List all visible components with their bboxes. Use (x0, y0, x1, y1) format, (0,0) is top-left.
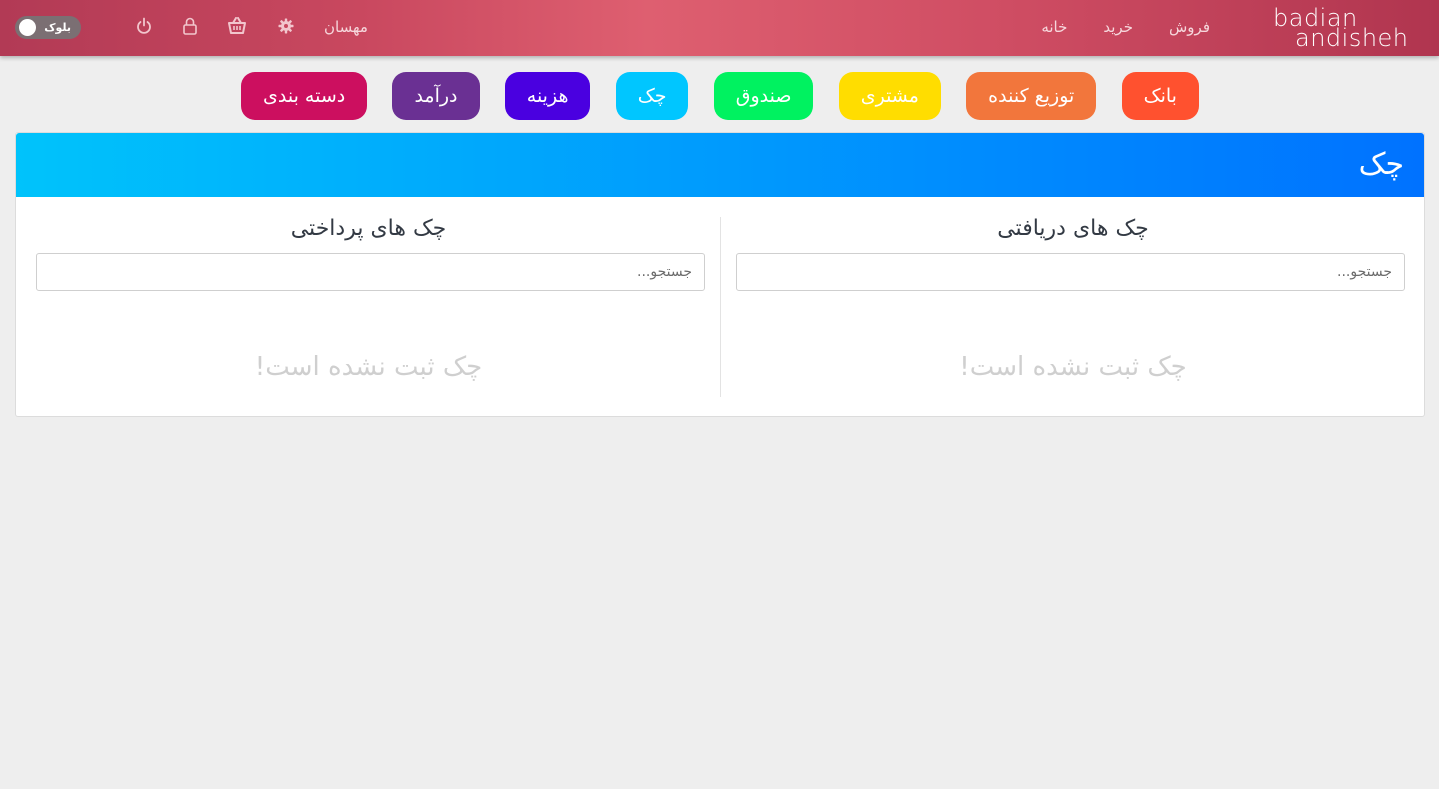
category-button-cheque[interactable]: چک (615, 72, 689, 120)
received-cheques-empty-message: چک ثبت نشده است! (959, 352, 1187, 382)
guest-user-label[interactable]: مهسان (324, 16, 368, 38)
category-button-categories[interactable]: دسته بندی (241, 72, 368, 120)
nav-sales[interactable]: فروش (1169, 16, 1210, 38)
received-cheques-search-input[interactable] (736, 253, 1405, 291)
paid-cheques-title: چک های پرداختی (290, 216, 447, 241)
toggle-label: بلوک (44, 21, 71, 34)
brand-logo[interactable]: badian andisheh (1273, 6, 1425, 50)
nav-home[interactable]: خانه (1041, 16, 1067, 38)
settings-gear-icon[interactable] (275, 14, 297, 38)
paid-cheques-search-input[interactable] (36, 253, 705, 291)
logo-line-2: andisheh (1295, 24, 1409, 52)
lock-icon[interactable] (179, 14, 201, 38)
received-cheques-title: چک های دریافتی (997, 216, 1149, 241)
category-button-distributor[interactable]: توزیع کننده (966, 72, 1097, 120)
paid-cheques-column: چک های پرداختی چک ثبت نشده است! (16, 197, 721, 417)
category-button-bank[interactable]: بانک (1121, 72, 1199, 120)
main-nav: خانه خرید فروش (1041, 16, 1210, 38)
toggle-knob (19, 19, 36, 36)
category-button-customer[interactable]: مشتری (838, 72, 941, 120)
block-toggle[interactable]: بلوک (15, 16, 81, 39)
category-button-cashbox[interactable]: صندوق (713, 72, 814, 120)
received-cheques-column: چک های دریافتی چک ثبت نشده است! (721, 197, 1425, 417)
nav-purchase[interactable]: خرید (1103, 16, 1133, 38)
cheques-card: چک چک های دریافتی چک ثبت نشده است! چک ها… (15, 132, 1425, 417)
category-button-income[interactable]: درآمد (392, 72, 480, 120)
card-title: چک (1358, 147, 1404, 182)
top-navbar: badian andisheh خانه خرید فروش مهسان بلو… (0, 0, 1439, 56)
card-header: چک (16, 133, 1424, 197)
category-button-expense[interactable]: هزینه (504, 72, 591, 120)
power-icon[interactable] (133, 14, 155, 38)
category-buttons: دسته بندی درآمد هزینه چک صندوق مشتری توز… (241, 72, 1199, 120)
basket-icon[interactable] (226, 14, 248, 38)
paid-cheques-empty-message: چک ثبت نشده است! (254, 352, 483, 382)
